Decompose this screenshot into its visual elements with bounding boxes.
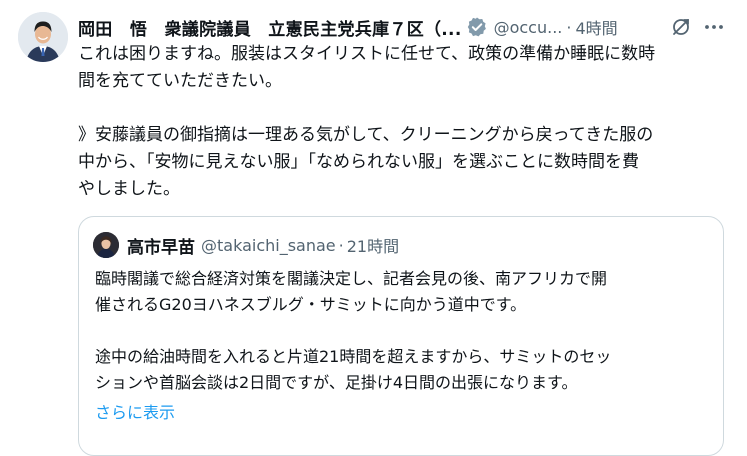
tweet-body-line: 中から、「安物に見えない服」「なめられない服」を選ぶことに数時間を費 (78, 152, 639, 172)
quoted-author-handle[interactable]: @takaichi_sanae (201, 236, 336, 255)
quoted-tweet[interactable]: 高市早苗 @takaichi_sanae · 21時間 臨時閣議で総合経済対策を… (78, 216, 724, 456)
author-name[interactable]: 岡田 悟 衆議院議員 立憲民主党兵庫７区（... (78, 15, 462, 40)
author-avatar[interactable] (18, 12, 68, 62)
separator-dot: · (566, 17, 572, 37)
quoted-tweet-time[interactable]: 21時間 (347, 233, 399, 257)
grok-icon[interactable] (671, 17, 691, 37)
quoted-body-line: ションや首脳会談は2日間ですが、足掛け4日間の出張になります。 (95, 373, 578, 392)
quoted-author-name[interactable]: 高市早苗 (127, 233, 195, 258)
quoted-tweet-header: 高市早苗 @takaichi_sanae · 21時間 (127, 233, 399, 258)
tweet-body-line: 》安藤議員の御指摘は一理ある気がして、クリーニングから戻ってきた服の (78, 125, 654, 145)
author-handle[interactable]: @occu... (494, 18, 563, 37)
tweet-body-line: 間を充てていただきたい。 (78, 71, 282, 91)
quoted-body-line: 催されるG20ヨハネスブルグ・サミットに向かう道中です。 (95, 295, 527, 314)
quoted-body-line: 臨時閣議で総合経済対策を閣議決定し、記者会見の後、南アフリカで開 (95, 269, 608, 288)
show-more-link[interactable]: さらに表示 (95, 399, 175, 423)
tweet-body-line: これは困りますね。服装はスタイリストに任せて、政策の準備か睡眠に数時 (78, 44, 656, 64)
more-icon[interactable] (703, 17, 725, 37)
verified-badge-icon (466, 16, 488, 38)
quoted-tweet-body: 臨時閣議で総合経済対策を閣議決定し、記者会見の後、南アフリカで開 催されるG20… (95, 266, 715, 396)
tweet-body-line: やしました。 (78, 179, 180, 199)
separator-dot: · (338, 235, 344, 255)
quoted-body-line: 途中の給油時間を入れると片道21時間を超えますから、サミットのセッ (95, 347, 612, 366)
tweet-header: 岡田 悟 衆議院議員 立憲民主党兵庫７区（... @occu... · 4時間 (78, 14, 738, 40)
tweet[interactable]: 岡田 悟 衆議院議員 立憲民主党兵庫７区（... @occu... · 4時間 … (0, 0, 747, 456)
quoted-author-avatar[interactable] (93, 232, 119, 258)
tweet-body: これは困りますね。服装はスタイリストに任せて、政策の準備か睡眠に数時 間を充てて… (78, 41, 730, 203)
tweet-time[interactable]: 4時間 (575, 15, 617, 39)
